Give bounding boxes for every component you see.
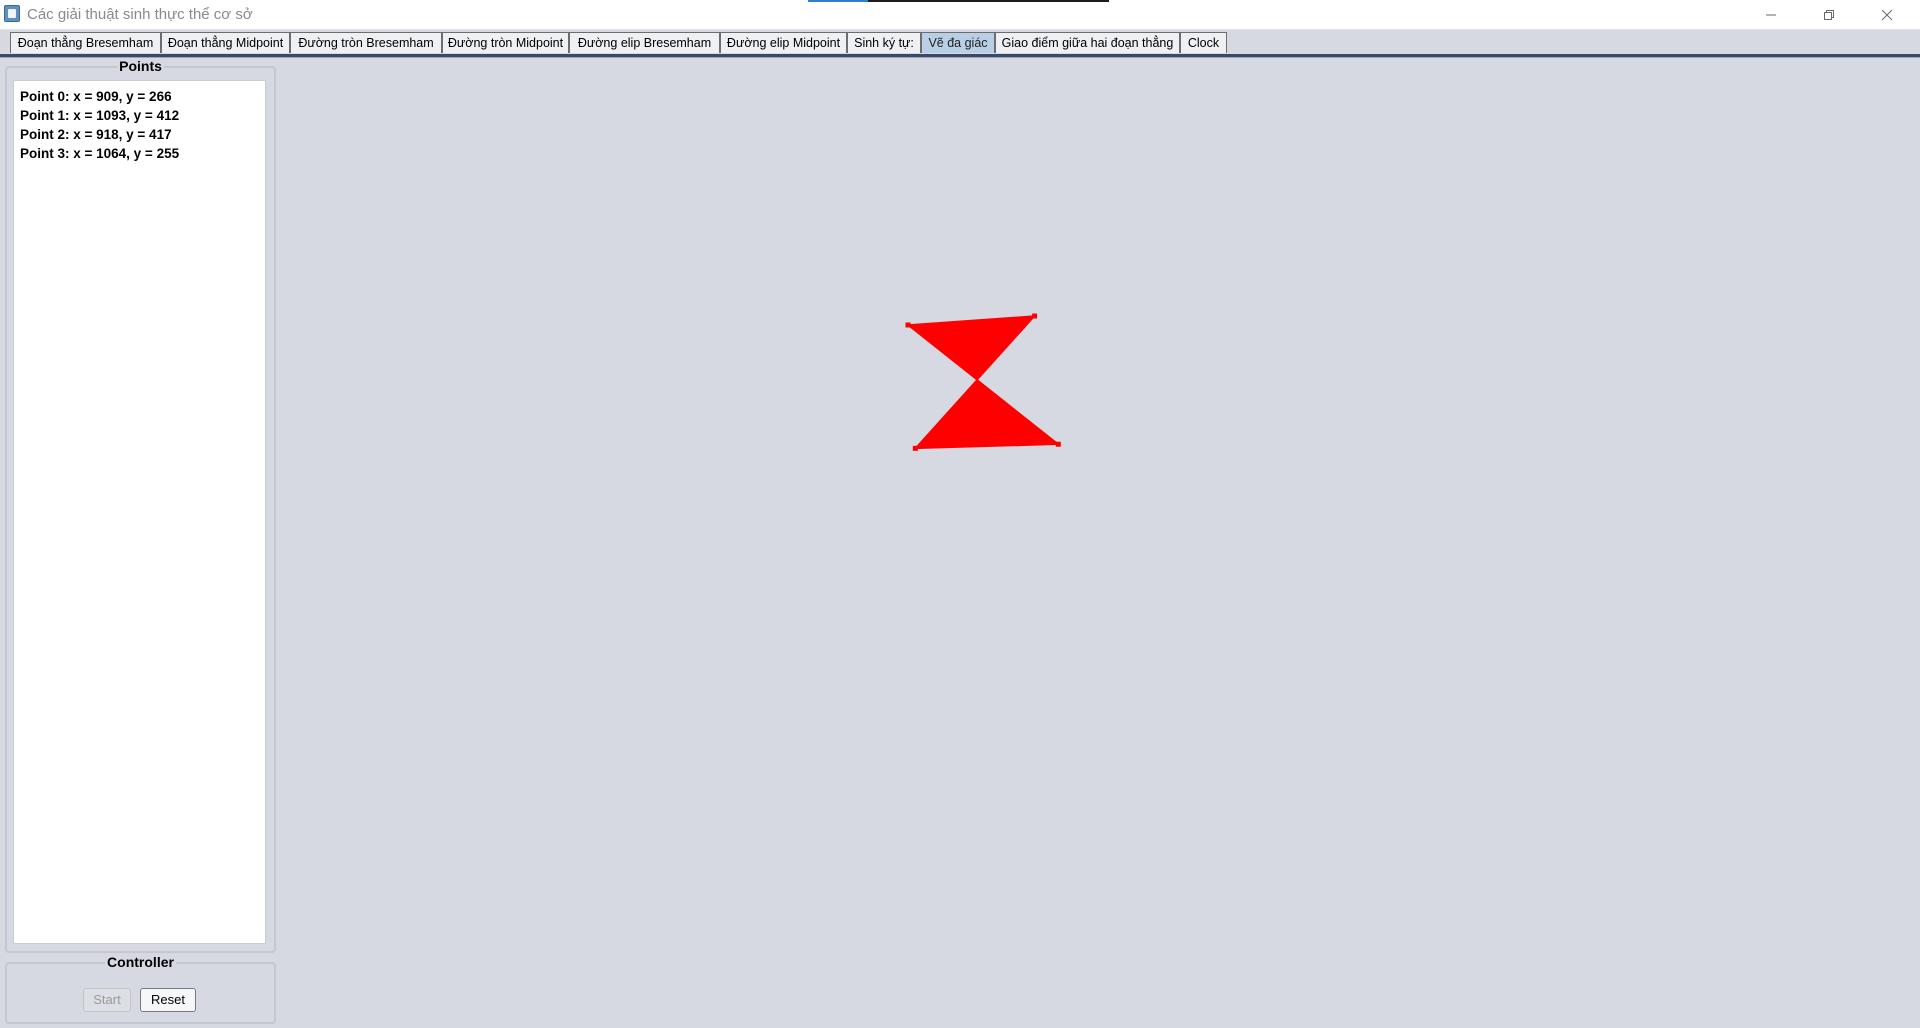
point-item: Point 1: x = 1093, y = 412 bbox=[20, 108, 180, 123]
controller-panel: Controller Start Reset bbox=[5, 954, 276, 1024]
tab-duong-elip-bresemham[interactable]: Đường elip Bresemham bbox=[569, 32, 720, 53]
tab-doan-thang-midpoint[interactable]: Đoạn thẳng Midpoint bbox=[161, 32, 290, 53]
controller-panel-title: Controller bbox=[105, 954, 176, 970]
java-app-icon bbox=[4, 5, 20, 22]
close-button[interactable] bbox=[1858, 0, 1916, 29]
tab-duong-elip-midpoint[interactable]: Đường elip Midpoint bbox=[720, 32, 847, 53]
point-item: Point 2: x = 918, y = 417 bbox=[20, 127, 172, 142]
polygon-shape bbox=[906, 315, 1061, 450]
close-icon bbox=[1881, 9, 1893, 20]
title-accent-bar bbox=[808, 0, 1109, 2]
point-item: Point 3: x = 1064, y = 255 bbox=[20, 146, 180, 161]
tab-doan-thang-bresemham[interactable]: Đoạn thẳng Bresemham bbox=[10, 32, 161, 53]
start-button[interactable]: Start bbox=[83, 988, 131, 1012]
polygon-layer bbox=[905, 313, 1061, 451]
vertex-marker-3[interactable] bbox=[1032, 313, 1038, 319]
vertex-marker-0[interactable] bbox=[905, 322, 911, 328]
reset-button[interactable]: Reset bbox=[140, 988, 196, 1012]
maximize-button[interactable] bbox=[1800, 0, 1858, 29]
minimize-icon bbox=[1766, 14, 1776, 15]
point-item: Point 0: x = 909, y = 266 bbox=[20, 89, 172, 104]
vertex-marker-2[interactable] bbox=[912, 445, 918, 451]
vertex-marker-1[interactable] bbox=[1055, 441, 1061, 447]
tab-duong-tron-bresemham[interactable]: Đường tròn Bresemham bbox=[290, 32, 442, 53]
restore-icon bbox=[1824, 9, 1834, 20]
title-bar: Các giải thuật sinh thực thể cơ sở bbox=[0, 0, 1920, 30]
minimize-button[interactable] bbox=[1742, 0, 1800, 29]
window-title: Các giải thuật sinh thực thể cơ sở bbox=[27, 6, 253, 23]
points-panel-title: Points bbox=[117, 58, 164, 74]
tab-sinh-ky-tu[interactable]: Sinh ký tự: bbox=[847, 32, 921, 53]
tab-duong-tron-midpoint[interactable]: Đường tròn Midpoint bbox=[442, 32, 569, 53]
points-list[interactable]: Point 0: x = 909, y = 266 Point 1: x = 1… bbox=[13, 80, 266, 944]
drawing-canvas[interactable] bbox=[280, 58, 1920, 1028]
tab-giao-diem[interactable]: Giao điểm giữa hai đoạn thẳng bbox=[995, 32, 1180, 53]
tab-ve-da-giac[interactable]: Vẽ đa giác bbox=[921, 32, 995, 53]
tab-clock[interactable]: Clock bbox=[1180, 32, 1227, 53]
points-panel: Points Point 0: x = 909, y = 266 Point 1… bbox=[5, 58, 276, 953]
